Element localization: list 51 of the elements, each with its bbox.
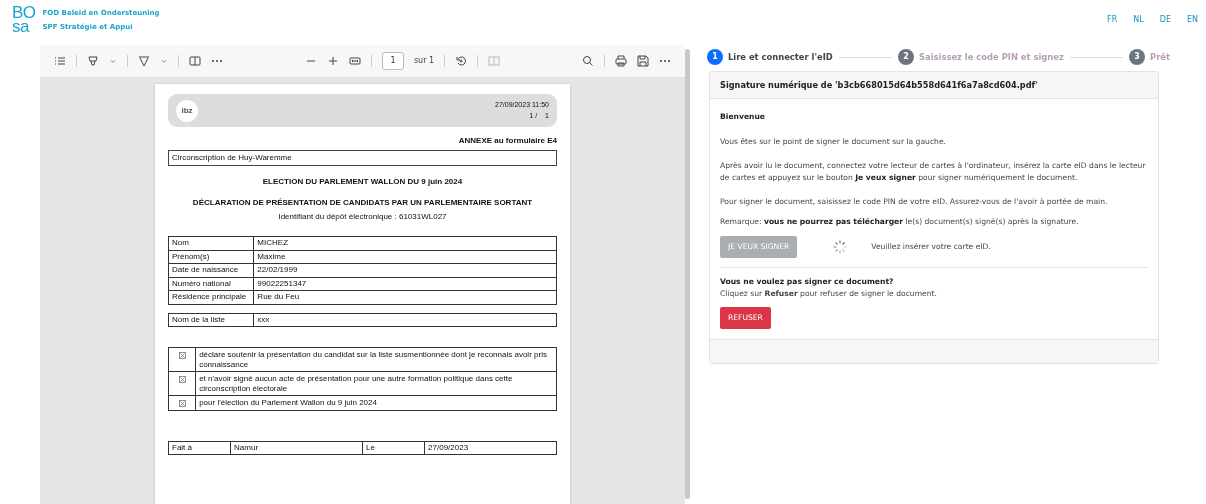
language-link[interactable]: FR — [1107, 14, 1118, 26]
table-cell: Rue du Feu — [253, 290, 557, 304]
district-field: Circonscription de Huy-Waremme — [168, 150, 557, 166]
table-cell: Prénom(s) — [168, 250, 254, 264]
table-cell: Namur — [230, 441, 363, 455]
document-title: ELECTION DU PARLEMENT WALLON DU 9 juin 2024 — [261, 176, 464, 188]
annex-label: ANNEXE au formulaire E4 — [457, 135, 557, 147]
table-cell: Fait à — [168, 441, 231, 455]
table-cell: Maxime — [253, 250, 557, 264]
highlighter-icon[interactable] — [87, 55, 99, 67]
table-cell: Nom — [168, 236, 254, 250]
table-cell: Date de naissance — [168, 263, 254, 277]
table-cell: pour l'élection du Parlement Wallon du 9 juin 2024 — [195, 395, 557, 410]
table-cell: et n'avoir signé aucun acte de présentation pour une autre formation politique dans cette circonscription électorale — [195, 371, 557, 396]
table-cell: Le — [362, 441, 425, 455]
document-subtitle: DÉCLARATION DE PRÉSENTATION DE CANDIDATS PAR UN PARLEMENTAIRE SORTANT — [191, 197, 534, 209]
logo: BO sa — [12, 6, 36, 34]
step-number: 2 — [898, 49, 914, 65]
language-link[interactable]: EN — [1186, 14, 1198, 26]
step-label: Saisissez le code PIN et signez — [919, 50, 1064, 64]
card-title: Signature numérique de 'b3cb668015d64b558d641f6a7a8cd604.pdf' — [710, 72, 1158, 100]
rotate-icon[interactable] — [455, 55, 468, 67]
table-cell: 22/02/1999 — [253, 263, 557, 277]
language-link[interactable]: DE — [1159, 14, 1171, 26]
step-label: Lire et connecter l'eID — [728, 50, 833, 64]
table-cell: déclare soutenir la présentation du candidat sur la liste susmentionnée dont je reconnais avoir pris connaissance — [195, 347, 557, 372]
page-count: sur 1 — [413, 55, 435, 67]
table-cell: xxx — [253, 313, 557, 327]
search-icon[interactable] — [582, 55, 594, 67]
spinner-icon — [833, 240, 848, 255]
save-icon[interactable] — [637, 55, 649, 67]
fit-width-icon[interactable] — [348, 55, 361, 67]
ibz-logo: ibz — [176, 99, 198, 122]
step-label: Prêt — [1150, 50, 1170, 64]
table-cell: Numéro national — [168, 277, 254, 291]
table-cell: MICHEZ — [253, 236, 557, 250]
table-cell: 99022251347 — [253, 277, 557, 291]
contents-icon[interactable] — [54, 55, 66, 67]
language-link[interactable]: NL — [1133, 14, 1144, 26]
pen-icon[interactable] — [138, 55, 150, 67]
step-number: 3 — [1129, 49, 1146, 65]
table-cell: Résidence principale — [168, 290, 254, 304]
table-cell: 27/09/2023 — [424, 441, 557, 455]
identifier: Identifiant du dépôt électronique : 61031WL027 — [277, 211, 448, 223]
zoom-in-icon[interactable] — [326, 55, 339, 67]
print-icon[interactable] — [615, 55, 627, 67]
step-number: 1 — [707, 49, 723, 65]
page-number-field[interactable]: 1 — [381, 52, 404, 70]
page-view-icon[interactable] — [189, 55, 201, 67]
table-cell: Nom de la liste — [168, 313, 254, 327]
scrollbar[interactable] — [685, 49, 690, 499]
